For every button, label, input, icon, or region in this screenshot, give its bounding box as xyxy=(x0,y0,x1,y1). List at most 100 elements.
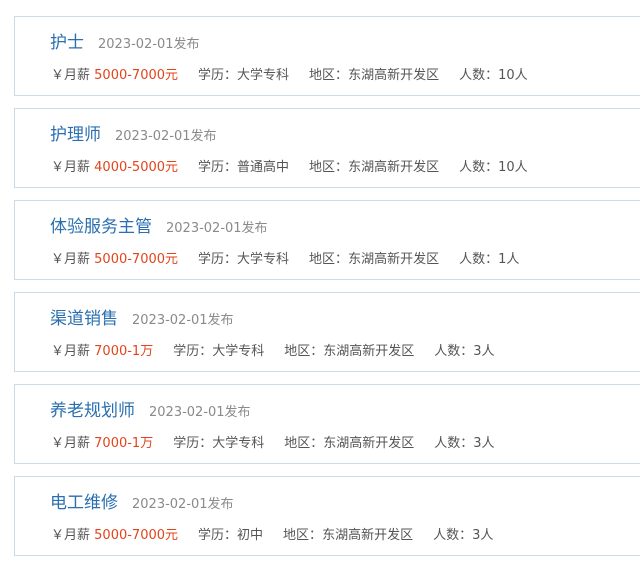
area-value: 东湖高新开发区 xyxy=(323,344,415,359)
area-label: 地区： xyxy=(309,68,349,83)
job-meta: ￥月薪 7000-1万 学历：大学专科 地区：东湖高新开发区 人数：3人 xyxy=(51,342,515,362)
publish-date: 2023-02-01发布 xyxy=(132,497,234,512)
education-field: 学历：大学专科 xyxy=(198,250,289,270)
area-value: 东湖高新开发区 xyxy=(322,528,414,543)
salary-value: 5000-7000元 xyxy=(94,528,179,543)
education-label: 学历： xyxy=(198,68,238,83)
count-value: 10人 xyxy=(498,68,528,83)
count-value: 3人 xyxy=(472,528,494,543)
count-label: 人数： xyxy=(459,68,499,83)
salary-field: ￥月薪 5000-7000元 xyxy=(51,250,178,270)
area-value: 东湖高新开发区 xyxy=(348,252,440,267)
count-field: 人数：10人 xyxy=(459,158,528,178)
area-field: 地区：东湖高新开发区 xyxy=(284,434,414,454)
area-label: 地区： xyxy=(284,436,324,451)
salary-value: 5000-7000元 xyxy=(94,252,179,267)
education-value: 普通高中 xyxy=(237,160,290,175)
area-label: 地区： xyxy=(309,252,349,267)
count-field: 人数：1人 xyxy=(459,250,519,270)
job-title[interactable]: 养老规划师 xyxy=(50,399,135,423)
salary-label: ￥月薪 xyxy=(51,252,91,267)
publish-date: 2023-02-01发布 xyxy=(98,37,200,52)
education-label: 学历： xyxy=(198,160,238,175)
area-value: 东湖高新开发区 xyxy=(348,160,440,175)
education-field: 学历：大学专科 xyxy=(173,342,264,362)
publish-date: 2023-02-01发布 xyxy=(132,313,234,328)
salary-field: ￥月薪 5000-7000元 xyxy=(51,66,178,86)
salary-label: ￥月薪 xyxy=(51,160,91,175)
job-header: 渠道销售 2023-02-01发布 xyxy=(50,307,234,331)
job-title[interactable]: 电工维修 xyxy=(50,491,118,515)
education-value: 初中 xyxy=(237,528,264,543)
salary-label: ￥月薪 xyxy=(51,68,91,83)
salary-label: ￥月薪 xyxy=(51,528,91,543)
publish-date: 2023-02-01发布 xyxy=(149,405,251,420)
job-title[interactable]: 渠道销售 xyxy=(50,307,118,331)
count-field: 人数：3人 xyxy=(433,526,493,546)
job-card[interactable]: 体验服务主管 2023-02-01发布 ￥月薪 5000-7000元 学历：大学… xyxy=(14,200,640,280)
area-field: 地区：东湖高新开发区 xyxy=(283,526,413,546)
job-header: 护士 2023-02-01发布 xyxy=(50,31,200,55)
salary-value: 5000-7000元 xyxy=(94,68,179,83)
education-field: 学历：大学专科 xyxy=(173,434,264,454)
job-list: 护士 2023-02-01发布 ￥月薪 5000-7000元 学历：大学专科 地… xyxy=(0,0,640,565)
job-card[interactable]: 养老规划师 2023-02-01发布 ￥月薪 7000-1万 学历：大学专科 地… xyxy=(14,384,640,464)
job-card[interactable]: 电工维修 2023-02-01发布 ￥月薪 5000-7000元 学历：初中 地… xyxy=(14,476,640,556)
area-field: 地区：东湖高新开发区 xyxy=(309,66,439,86)
publish-date: 2023-02-01发布 xyxy=(166,221,268,236)
salary-field: ￥月薪 4000-5000元 xyxy=(51,158,178,178)
job-meta: ￥月薪 5000-7000元 学历：初中 地区：东湖高新开发区 人数：3人 xyxy=(51,526,513,546)
education-label: 学历： xyxy=(173,344,213,359)
publish-date: 2023-02-01发布 xyxy=(115,129,217,144)
salary-value: 7000-1万 xyxy=(94,436,154,451)
job-header: 电工维修 2023-02-01发布 xyxy=(50,491,234,515)
education-label: 学历： xyxy=(198,528,238,543)
count-value: 3人 xyxy=(473,344,495,359)
education-label: 学历： xyxy=(198,252,238,267)
education-field: 学历：初中 xyxy=(198,526,263,546)
count-label: 人数： xyxy=(434,344,474,359)
salary-field: ￥月薪 7000-1万 xyxy=(51,434,153,454)
education-label: 学历： xyxy=(173,436,213,451)
area-field: 地区：东湖高新开发区 xyxy=(309,158,439,178)
education-value: 大学专科 xyxy=(237,68,290,83)
count-value: 3人 xyxy=(473,436,495,451)
area-field: 地区：东湖高新开发区 xyxy=(309,250,439,270)
job-meta: ￥月薪 7000-1万 学历：大学专科 地区：东湖高新开发区 人数：3人 xyxy=(51,434,515,454)
count-label: 人数： xyxy=(459,252,499,267)
salary-label: ￥月薪 xyxy=(51,344,91,359)
count-label: 人数： xyxy=(433,528,473,543)
count-value: 1人 xyxy=(498,252,520,267)
job-title[interactable]: 体验服务主管 xyxy=(50,215,152,239)
area-label: 地区： xyxy=(283,528,323,543)
job-card[interactable]: 护士 2023-02-01发布 ￥月薪 5000-7000元 学历：大学专科 地… xyxy=(14,16,640,96)
count-label: 人数： xyxy=(434,436,474,451)
job-title[interactable]: 护理师 xyxy=(50,123,101,147)
area-label: 地区： xyxy=(284,344,324,359)
education-field: 学历：大学专科 xyxy=(198,66,289,86)
count-field: 人数：3人 xyxy=(434,342,494,362)
job-title[interactable]: 护士 xyxy=(50,31,84,55)
job-meta: ￥月薪 5000-7000元 学历：大学专科 地区：东湖高新开发区 人数：10人 xyxy=(51,66,548,86)
count-value: 10人 xyxy=(498,160,528,175)
education-field: 学历：普通高中 xyxy=(198,158,289,178)
job-header: 护理师 2023-02-01发布 xyxy=(50,123,217,147)
salary-label: ￥月薪 xyxy=(51,436,91,451)
education-value: 大学专科 xyxy=(212,344,265,359)
job-meta: ￥月薪 4000-5000元 学历：普通高中 地区：东湖高新开发区 人数：10人 xyxy=(51,158,548,178)
salary-value: 7000-1万 xyxy=(94,344,154,359)
job-header: 体验服务主管 2023-02-01发布 xyxy=(50,215,268,239)
job-header: 养老规划师 2023-02-01发布 xyxy=(50,399,251,423)
count-label: 人数： xyxy=(459,160,499,175)
area-field: 地区：东湖高新开发区 xyxy=(284,342,414,362)
education-value: 大学专科 xyxy=(237,252,290,267)
area-label: 地区： xyxy=(309,160,349,175)
salary-field: ￥月薪 5000-7000元 xyxy=(51,526,178,546)
job-card[interactable]: 护理师 2023-02-01发布 ￥月薪 4000-5000元 学历：普通高中 … xyxy=(14,108,640,188)
job-card[interactable]: 渠道销售 2023-02-01发布 ￥月薪 7000-1万 学历：大学专科 地区… xyxy=(14,292,640,372)
area-value: 东湖高新开发区 xyxy=(348,68,440,83)
salary-field: ￥月薪 7000-1万 xyxy=(51,342,153,362)
salary-value: 4000-5000元 xyxy=(94,160,179,175)
count-field: 人数：10人 xyxy=(459,66,528,86)
count-field: 人数：3人 xyxy=(434,434,494,454)
